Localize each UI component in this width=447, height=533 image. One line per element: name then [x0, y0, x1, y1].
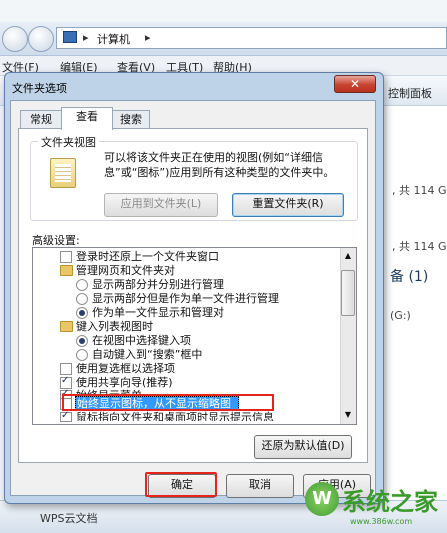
watermark-url: www.386w.com	[350, 517, 413, 526]
radio-button[interactable]	[76, 307, 88, 319]
watermark-text: 系统之家	[342, 487, 438, 516]
list-item[interactable]: 鼠标指向文件夹和桌面项时显示提示信息	[76, 411, 274, 421]
folder-view-icon	[50, 158, 76, 188]
address-bar[interactable]: ▸ 计算机 ▸	[56, 27, 447, 49]
drive-size-text: , 共 114 GB	[392, 240, 447, 253]
devices-header: 备 (1)	[390, 269, 429, 285]
scroll-down-icon[interactable]: ▼	[341, 408, 355, 422]
scroll-up-icon[interactable]: ▲	[341, 249, 355, 263]
drive-size-text: , 共 114 GB	[392, 184, 447, 197]
list-item[interactable]: 在视图中选择键入项	[92, 334, 191, 347]
list-item[interactable]: 作为单一文件显示和管理对	[92, 306, 224, 319]
list-item: 管理网页和文件夹对	[76, 264, 175, 277]
tab-search[interactable]: 搜索	[112, 110, 150, 129]
folder-view-description: 可以将该文件夹正在使用的视图(例如“详细信息”或“图标”)应用到所有这种类型的文…	[104, 151, 335, 179]
address-text: 计算机	[97, 33, 130, 46]
reset-folders-button[interactable]: 重置文件夹(R)	[232, 193, 344, 217]
breadcrumb-arrow-icon: ▸	[83, 31, 89, 44]
control-panel-link[interactable]: 控制面板	[388, 85, 432, 101]
computer-icon	[63, 31, 77, 43]
breadcrumb-arrow-icon: ▸	[145, 31, 151, 44]
restore-defaults-button[interactable]: 还原为默认值(D)	[254, 435, 352, 459]
folder-icon	[60, 321, 73, 332]
folder-icon	[60, 265, 73, 276]
highlight-box	[62, 394, 274, 411]
radio-button[interactable]	[76, 279, 88, 291]
cancel-button[interactable]: 取消	[226, 474, 294, 498]
list-item: 键入列表视图时	[76, 320, 153, 333]
apply-to-folders-button[interactable]: 应用到文件夹(L)	[104, 193, 218, 217]
explorer-content	[387, 106, 447, 506]
list-item[interactable]: 自动键入到“搜索”框中	[92, 348, 202, 361]
checkbox[interactable]	[60, 251, 72, 263]
radio-button[interactable]	[76, 293, 88, 305]
list-item[interactable]: 使用复选框以选择项	[76, 362, 175, 375]
advanced-settings-label: 高级设置:	[32, 234, 80, 247]
highlight-box	[145, 472, 217, 497]
back-button[interactable]	[2, 26, 28, 52]
dialog-title: 文件夹选项	[12, 82, 67, 95]
list-item[interactable]: 登录时还原上一个文件夹窗口	[76, 250, 219, 263]
drive-label[interactable]: (G:)	[390, 309, 411, 322]
tab-general[interactable]: 常规	[20, 110, 62, 129]
radio-button[interactable]	[76, 335, 88, 347]
forward-button[interactable]	[28, 26, 54, 52]
wps-cloud-item[interactable]: WPS云文档	[40, 510, 98, 526]
watermark-logo: W	[305, 482, 339, 516]
folder-view-title: 文件夹视图	[38, 134, 99, 150]
radio-button[interactable]	[76, 349, 88, 361]
list-item[interactable]: 使用共享向导(推荐)	[76, 376, 173, 389]
checkbox[interactable]	[60, 363, 72, 375]
scroll-thumb[interactable]	[341, 270, 355, 316]
list-item[interactable]: 显示两部分但是作为单一文件进行管理	[92, 292, 279, 305]
close-icon[interactable]: ✕	[334, 75, 376, 93]
list-item[interactable]: 显示两部分并分别进行管理	[92, 278, 224, 291]
tab-view[interactable]: 查看	[61, 107, 113, 130]
checkbox[interactable]	[60, 410, 72, 422]
